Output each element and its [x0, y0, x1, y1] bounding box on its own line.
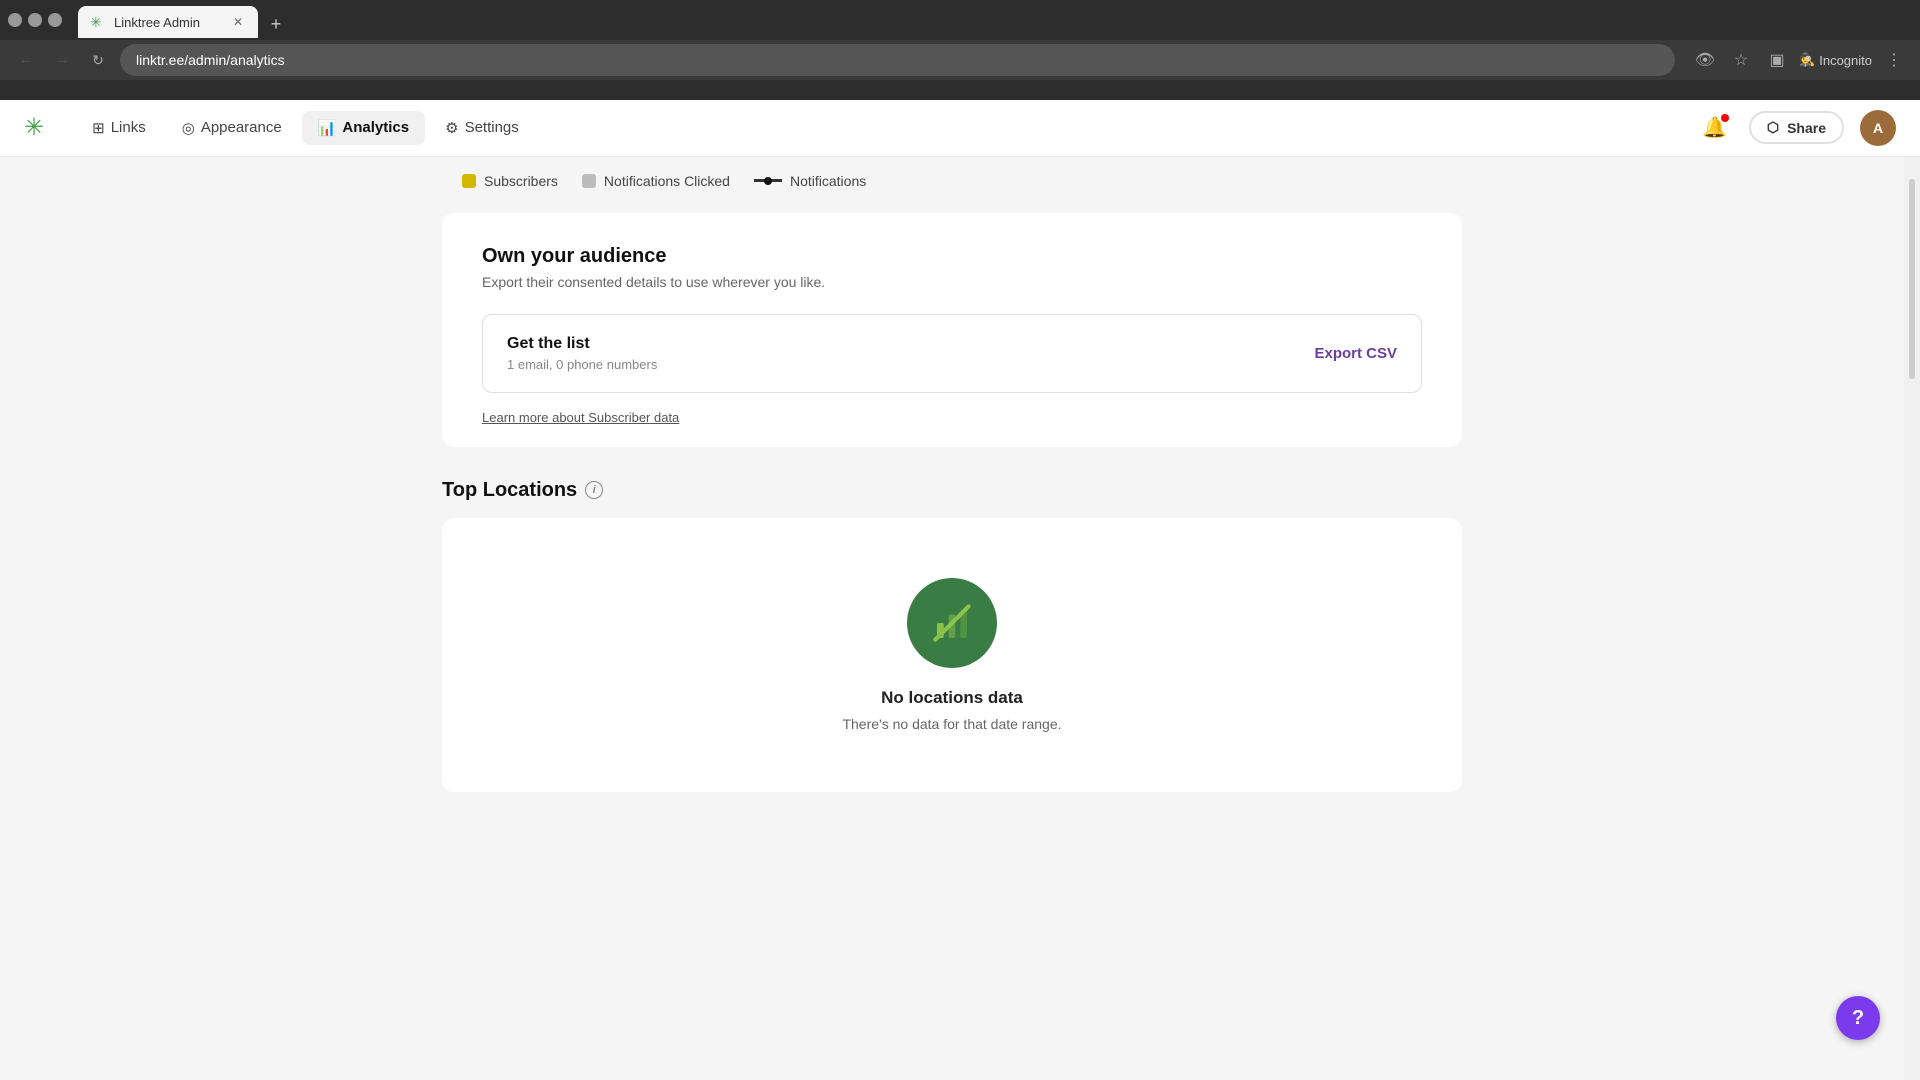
tab-title: Linktree Admin	[114, 15, 222, 30]
minimize-button[interactable]	[8, 13, 22, 27]
notifications-clicked-color-dot	[582, 174, 596, 188]
notifications-line-icon	[754, 179, 782, 182]
no-locations-data-title: No locations data	[881, 688, 1023, 708]
forward-button[interactable]: →	[48, 46, 76, 74]
get-list-subtitle: 1 email, 0 phone numbers	[507, 357, 657, 372]
linktree-logo-icon: ✳	[24, 113, 44, 142]
app-container: ✳ ⊞ Links ◎ Appearance 📊 Analytics ⚙ Set…	[0, 100, 1920, 1080]
eye-off-icon[interactable]: 👁	[1691, 46, 1719, 74]
nav-appearance-label: Appearance	[201, 119, 282, 136]
nav-settings-button[interactable]: ⚙ Settings	[429, 111, 535, 145]
help-button[interactable]: ?	[1836, 996, 1880, 1040]
tab-bar: ✳ Linktree Admin ✕ +	[70, 2, 298, 38]
browser-actions: 👁 ☆ ▣ 🕵 Incognito ⋮	[1691, 46, 1908, 74]
active-tab[interactable]: ✳ Linktree Admin ✕	[78, 6, 258, 38]
section-title-row: Top Locations i	[442, 479, 1462, 502]
nav-links-button[interactable]: ⊞ Links	[76, 111, 162, 145]
no-locations-chart-icon	[932, 603, 972, 643]
info-icon[interactable]: i	[585, 481, 603, 499]
legend-notifications-clicked: Notifications Clicked	[582, 173, 730, 189]
share-label: Share	[1787, 120, 1826, 136]
subscribers-label: Subscribers	[484, 173, 558, 189]
nav-settings-label: Settings	[465, 119, 519, 136]
legend-notifications: Notifications	[754, 173, 866, 189]
nav-items: ⊞ Links ◎ Appearance 📊 Analytics ⚙ Setti…	[76, 111, 1697, 145]
browser-top-bar: ✳ Linktree Admin ✕ +	[0, 0, 1920, 40]
address-bar-input[interactable]	[120, 44, 1675, 76]
analytics-bar-icon: 📊	[318, 119, 337, 137]
own-audience-title: Own your audience	[482, 245, 1422, 268]
incognito-icon: 🕵	[1799, 52, 1815, 68]
maximize-button[interactable]	[28, 13, 42, 27]
close-button[interactable]	[48, 13, 62, 27]
top-locations-section: Top Locations i No locations	[442, 479, 1462, 824]
page-layout: Subscribers Notifications Clicked Notifi…	[0, 157, 1920, 1080]
links-grid-icon: ⊞	[92, 119, 105, 137]
back-button[interactable]: ←	[12, 46, 40, 74]
nav-logo[interactable]: ✳	[24, 113, 44, 142]
right-scrollbar[interactable]	[1904, 157, 1920, 1080]
window-controls	[8, 13, 62, 27]
nav-analytics-button[interactable]: 📊 Analytics	[302, 111, 425, 145]
get-list-left: Get the list 1 email, 0 phone numbers	[507, 335, 657, 372]
learn-more-link[interactable]: Learn more about Subscriber data	[482, 410, 679, 425]
refresh-button[interactable]: ↻	[84, 46, 112, 74]
top-nav: ✳ ⊞ Links ◎ Appearance 📊 Analytics ⚙ Set…	[0, 100, 1920, 157]
own-audience-card: Own your audience Export their consented…	[442, 213, 1462, 447]
top-locations-title: Top Locations	[442, 479, 577, 502]
legend-subscribers: Subscribers	[462, 173, 558, 189]
share-icon: ⬡	[1767, 119, 1779, 136]
nav-links-label: Links	[111, 119, 146, 136]
get-list-card: Get the list 1 email, 0 phone numbers Ex…	[482, 314, 1422, 393]
browser-chrome: ✳ Linktree Admin ✕ + ← → ↻ 👁 ☆ ▣ 🕵 Incog…	[0, 0, 1920, 100]
locations-card: No locations data There's no data for th…	[442, 518, 1462, 792]
new-tab-button[interactable]: +	[262, 10, 290, 38]
no-data-icon-circle	[907, 578, 997, 668]
notification-dot	[1721, 114, 1729, 122]
own-audience-section: Own your audience Export their consented…	[442, 213, 1462, 447]
own-audience-description: Export their consented details to use wh…	[482, 274, 1422, 290]
notification-button[interactable]: 🔔	[1697, 110, 1733, 146]
incognito-badge[interactable]: 🕵 Incognito	[1799, 52, 1872, 68]
notifications-clicked-label: Notifications Clicked	[604, 173, 730, 189]
nav-appearance-button[interactable]: ◎ Appearance	[166, 111, 298, 145]
subscribers-color-dot	[462, 174, 476, 188]
notifications-label: Notifications	[790, 173, 866, 189]
scrollbar-thumb	[1909, 179, 1915, 379]
avatar-initials: A	[1873, 120, 1883, 136]
nav-analytics-label: Analytics	[342, 119, 409, 136]
content-wrapper: Subscribers Notifications Clicked Notifi…	[422, 157, 1482, 864]
sidebar-icon[interactable]: ▣	[1763, 46, 1791, 74]
tab-favicon-icon: ✳	[90, 14, 106, 30]
address-bar-row: ← → ↻ 👁 ☆ ▣ 🕵 Incognito ⋮	[0, 40, 1920, 80]
get-list-title: Get the list	[507, 335, 657, 353]
avatar[interactable]: A	[1860, 110, 1896, 146]
no-locations-data-desc: There's no data for that date range.	[842, 716, 1061, 732]
more-options-icon[interactable]: ⋮	[1880, 46, 1908, 74]
appearance-icon: ◎	[182, 119, 195, 137]
main-content[interactable]: Subscribers Notifications Clicked Notifi…	[0, 157, 1904, 1080]
share-button[interactable]: ⬡ Share	[1749, 111, 1844, 144]
settings-gear-icon: ⚙	[445, 119, 458, 137]
legend-strip: Subscribers Notifications Clicked Notifi…	[462, 157, 1462, 213]
export-csv-button[interactable]: Export CSV	[1314, 345, 1397, 362]
incognito-label: Incognito	[1819, 53, 1872, 68]
tab-close-button[interactable]: ✕	[230, 14, 246, 30]
nav-right: 🔔 ⬡ Share A	[1697, 110, 1896, 146]
bookmark-icon[interactable]: ☆	[1727, 46, 1755, 74]
